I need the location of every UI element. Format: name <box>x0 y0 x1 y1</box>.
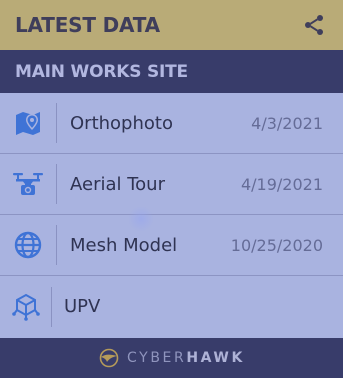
row-icon-cell <box>0 164 57 204</box>
list-item-upv[interactable]: UPV <box>0 276 343 337</box>
share-icon <box>305 15 323 35</box>
list-item-aerial-tour[interactable]: Aerial Tour 4/19/2021 <box>0 154 343 215</box>
drone-icon <box>13 173 43 195</box>
panel-header: LATEST DATA <box>0 0 343 50</box>
item-label: Orthophoto <box>70 112 173 134</box>
latest-data-panel: LATEST DATA MAIN WORKS SITE Orthophoto 4… <box>0 0 343 378</box>
hawk-logo-icon <box>99 348 119 368</box>
item-label: UPV <box>64 296 101 317</box>
item-date: 10/25/2020 <box>230 235 323 255</box>
list-item-orthophoto[interactable]: Orthophoto 4/3/2021 <box>0 93 343 154</box>
row-icon-cell <box>0 103 57 143</box>
panel-title: LATEST DATA <box>15 13 160 37</box>
item-date: 4/19/2021 <box>240 174 323 194</box>
site-title: MAIN WORKS SITE <box>15 61 188 82</box>
brand-logo: CYBERHAWK <box>98 348 245 368</box>
data-list: Orthophoto 4/3/2021 Aerial Tour 4/19/202 <box>0 93 343 337</box>
share-button[interactable] <box>299 10 329 40</box>
item-label: Aerial Tour <box>70 173 165 195</box>
footer-bar: CYBERHAWK <box>0 338 343 378</box>
site-header: MAIN WORKS SITE <box>0 50 343 93</box>
cube-network-icon <box>11 293 40 321</box>
row-icon-cell <box>0 225 57 265</box>
row-icon-cell <box>0 286 52 327</box>
brand-name: CYBERHAWK <box>127 350 245 366</box>
list-item-mesh-model[interactable]: Mesh Model 10/25/2020 <box>0 215 343 276</box>
item-date: 4/3/2021 <box>251 113 323 133</box>
globe-icon <box>14 231 42 259</box>
loading-indicator <box>128 206 154 232</box>
map-pin-icon <box>16 112 40 135</box>
item-label: Mesh Model <box>70 234 178 256</box>
